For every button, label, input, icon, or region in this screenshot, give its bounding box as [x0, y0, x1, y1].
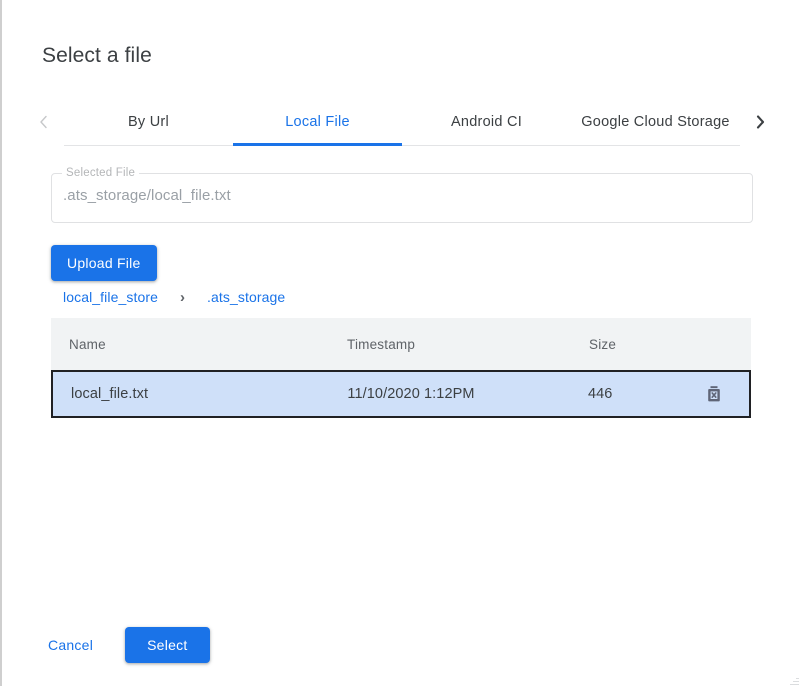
selected-file-label: Selected File — [62, 166, 139, 180]
upload-file-button[interactable]: Upload File — [51, 245, 157, 281]
tab-android-ci[interactable]: Android CI — [402, 98, 571, 146]
cell-timestamp: 11/10/2020 1:12PM — [347, 386, 588, 402]
chevron-left-icon — [36, 114, 52, 130]
tab-label: Google Cloud Storage — [581, 114, 730, 130]
tab-scroll-next-button[interactable] — [740, 98, 780, 146]
select-button[interactable]: Select — [125, 627, 209, 663]
dialog-footer: Cancel Select — [40, 627, 210, 663]
column-header-size: Size — [589, 337, 681, 352]
cell-actions — [679, 381, 749, 407]
tab-bar: By Url Local File Android CI Google Clou… — [24, 98, 780, 146]
selected-file-field[interactable]: Selected File .ats_storage/local_file.tx… — [51, 173, 753, 223]
cancel-button[interactable]: Cancel — [40, 629, 101, 661]
tab-label: Android CI — [451, 114, 522, 130]
column-header-timestamp: Timestamp — [347, 337, 589, 352]
resize-grip[interactable] — [790, 676, 799, 685]
tab-local-file[interactable]: Local File — [233, 98, 402, 146]
file-table: Name Timestamp Size local_file.txt 11/10… — [51, 318, 751, 418]
selected-file-input[interactable]: .ats_storage/local_file.txt — [63, 187, 231, 204]
column-header-name: Name — [51, 337, 347, 352]
tab-by-url[interactable]: By Url — [64, 98, 233, 146]
chevron-right-icon — [752, 114, 768, 130]
tab-google-cloud-storage[interactable]: Google Cloud Storage — [571, 98, 740, 146]
table-row[interactable]: local_file.txt 11/10/2020 1:12PM 446 — [51, 370, 751, 418]
breadcrumb: local_file_store › .ats_storage — [63, 289, 285, 305]
dialog-title: Select a file — [42, 44, 152, 68]
tab-list: By Url Local File Android CI Google Clou… — [64, 98, 740, 146]
cell-file-name: local_file.txt — [53, 386, 347, 402]
select-a-file-dialog: Select a file By Url Local File Android … — [0, 0, 800, 686]
cell-size: 446 — [588, 386, 679, 402]
breadcrumb-item-local-file-store[interactable]: local_file_store — [63, 289, 158, 305]
breadcrumb-item-ats-storage[interactable]: .ats_storage — [207, 289, 285, 305]
delete-file-button[interactable] — [701, 381, 727, 407]
tab-scroll-prev-button[interactable] — [24, 98, 64, 146]
tab-label: Local File — [285, 114, 350, 130]
tab-label: By Url — [128, 114, 169, 130]
table-header-row: Name Timestamp Size — [51, 318, 751, 370]
breadcrumb-separator-icon: › — [180, 290, 185, 305]
trash-delete-icon — [703, 383, 725, 405]
